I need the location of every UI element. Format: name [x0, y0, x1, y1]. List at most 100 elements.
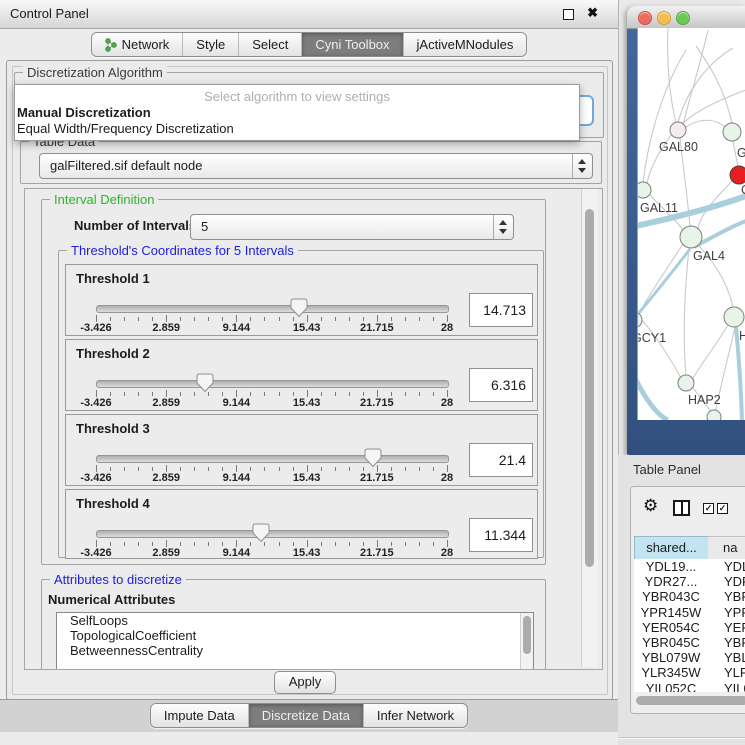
- network-node[interactable]: [638, 182, 651, 198]
- network-edge[interactable]: [684, 248, 689, 375]
- network-node[interactable]: [678, 375, 694, 391]
- table-cell-shared: YBL079W: [634, 650, 708, 665]
- network-node[interactable]: [638, 312, 642, 328]
- gear-icon[interactable]: ⚙: [643, 496, 658, 516]
- table-cell-name: YPR1: [724, 605, 745, 620]
- table-row[interactable]: YDL19...YDL1: [634, 559, 745, 574]
- threshold-value-field[interactable]: 14.713: [469, 293, 533, 327]
- slider-tick: [124, 467, 125, 471]
- table-row[interactable]: YIL052CYIL0: [634, 681, 745, 693]
- checkbox-icon[interactable]: ✓: [717, 503, 728, 514]
- network-edge[interactable]: [693, 325, 728, 378]
- tab-impute-data[interactable]: Impute Data: [151, 704, 248, 727]
- network-edge[interactable]: [682, 90, 745, 125]
- attribute-item-betweennesscentrality[interactable]: BetweennessCentrality: [57, 643, 533, 658]
- slider-tick: [391, 392, 392, 396]
- network-edge[interactable]: [668, 28, 676, 123]
- slider-track[interactable]: [96, 455, 449, 463]
- float-window-icon[interactable]: [563, 9, 574, 20]
- slider-tick: [279, 392, 280, 396]
- slider-tick: [419, 467, 420, 471]
- network-node[interactable]: [680, 226, 702, 248]
- table-row[interactable]: YPR145W YPR1: [634, 605, 745, 620]
- control-panel: Control Panel ✖ NetworkStyleSelectCyni T…: [0, 0, 619, 745]
- tab-discretize-data[interactable]: Discretize Data: [248, 704, 363, 727]
- close-traffic-light[interactable]: [638, 11, 652, 25]
- slider-handle[interactable]: [290, 298, 308, 321]
- network-canvas[interactable]: GAL80GALCYGAL11GAL4GCY1HHAP2: [637, 28, 745, 420]
- numerical-attributes-list[interactable]: SelfLoopsTopologicalCoefficientBetweenne…: [56, 612, 534, 670]
- table-row[interactable]: YBR045CYBR0: [634, 635, 745, 650]
- slider-tick: [391, 467, 392, 471]
- table-row[interactable]: YBR043CYBR0: [634, 589, 745, 604]
- minimize-traffic-light[interactable]: [657, 11, 671, 25]
- tab-infer-network[interactable]: Infer Network: [363, 704, 467, 727]
- close-icon[interactable]: ✖: [587, 5, 598, 21]
- algorithm-item-manual-discretization[interactable]: Manual Discretization: [15, 105, 579, 121]
- network-edge[interactable]: [686, 120, 726, 128]
- table-row[interactable]: YBL079WYBL0: [634, 650, 745, 665]
- slider-tick: [321, 317, 322, 321]
- num-intervals-combobox[interactable]: 5: [190, 214, 514, 240]
- network-node[interactable]: [670, 122, 686, 138]
- network-node[interactable]: [723, 123, 741, 141]
- network-node-label: GAL11: [640, 201, 678, 215]
- slider-tick: [208, 542, 209, 546]
- threshold-value-field[interactable]: 11.344: [469, 518, 533, 552]
- slider-tick: [96, 390, 97, 397]
- slider-handle[interactable]: [196, 373, 214, 396]
- table-row[interactable]: YER054CYER0: [634, 620, 745, 635]
- slider-track[interactable]: [96, 530, 449, 538]
- tab-cyni-toolbox[interactable]: Cyni Toolbox: [301, 33, 402, 56]
- slider-tick: [419, 317, 420, 321]
- network-node[interactable]: [724, 307, 744, 327]
- slider-handle[interactable]: [252, 523, 270, 546]
- slider-track[interactable]: [96, 380, 449, 388]
- checkbox-icon[interactable]: ✓: [703, 503, 714, 514]
- table-header-shared[interactable]: shared...: [634, 536, 709, 560]
- table-cell-shared: YPR145W: [634, 605, 708, 620]
- slider-tick: [110, 317, 111, 321]
- slider-tick-label: 15.43: [293, 547, 321, 559]
- table-hscrollbar[interactable]: [634, 693, 745, 707]
- zoom-traffic-light[interactable]: [676, 11, 690, 25]
- settings-scrollbar-thumb[interactable]: [585, 209, 594, 567]
- table-hscrollbar-thumb[interactable]: [636, 696, 745, 705]
- attribute-item-selfloops[interactable]: SelfLoops: [57, 613, 533, 628]
- slider-handle[interactable]: [364, 448, 382, 471]
- network-window-titlebar[interactable]: [627, 6, 745, 29]
- network-edge[interactable]: [638, 380, 668, 420]
- network-node[interactable]: [707, 410, 721, 420]
- table-row[interactable]: YDR27...YDR2: [634, 574, 745, 589]
- attribute-item-topologicalcoefficient[interactable]: TopologicalCoefficient: [57, 628, 533, 643]
- slider-tick: [250, 317, 251, 321]
- threshold-value-field[interactable]: 21.4: [469, 443, 533, 477]
- tab-network[interactable]: Network: [92, 33, 183, 56]
- settings-scrollbar[interactable]: [581, 189, 598, 667]
- columns-icon[interactable]: [673, 500, 690, 516]
- tab-jactivemnodules[interactable]: jActiveMNodules: [403, 33, 527, 56]
- table-row[interactable]: YLR345WYLR3: [634, 665, 745, 680]
- network-edge[interactable]: [640, 318, 681, 378]
- network-node-label: CY: [741, 183, 745, 197]
- slider-track[interactable]: [96, 305, 449, 313]
- slider-tick: [447, 540, 448, 547]
- thresholds-group: Threshold's Coordinates for 5 Intervals …: [58, 250, 544, 558]
- slider-tick: [307, 540, 308, 547]
- attributes-scrollbar-thumb[interactable]: [523, 616, 531, 654]
- tab-style[interactable]: Style: [182, 33, 238, 56]
- table-header-name[interactable]: na: [708, 536, 745, 560]
- network-edge[interactable]: [683, 30, 708, 125]
- slider-tick: [447, 390, 448, 397]
- algorithm-item-equal-width-frequency-discretization[interactable]: Equal Width/Frequency Discretization: [15, 121, 579, 137]
- attributes-scrollbar[interactable]: [520, 613, 533, 670]
- slider-tick: [335, 467, 336, 471]
- apply-button[interactable]: Apply: [274, 671, 336, 694]
- network-edge[interactable]: [638, 249, 690, 314]
- slider-tick: [166, 315, 167, 322]
- attributes-group-title: Attributes to discretize: [50, 572, 186, 587]
- network-node[interactable]: [730, 166, 745, 184]
- tab-select[interactable]: Select: [238, 33, 301, 56]
- table-data-combobox[interactable]: galFiltered.sif default node: [39, 153, 593, 179]
- threshold-value-field[interactable]: 6.316: [469, 368, 533, 402]
